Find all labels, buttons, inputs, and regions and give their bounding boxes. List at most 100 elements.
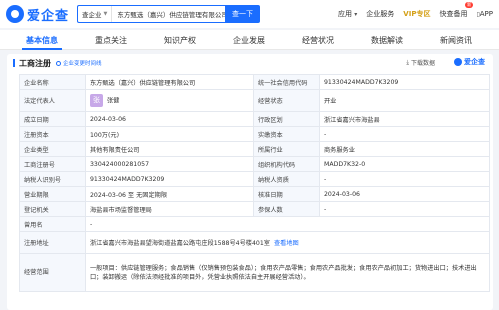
brand-label: 爱企查 (464, 58, 485, 66)
history-timeline-link[interactable]: 企业变更时间线 (56, 59, 102, 67)
org-code-value: MADD7K32-0 (319, 156, 490, 172)
field-label: 纳税人资质 (253, 171, 320, 187)
card-title: 工商注册 (13, 59, 51, 68)
company-type-value: 其他有限责任公司 (85, 141, 254, 157)
tab-basic-info[interactable]: 基本信息 (14, 30, 70, 50)
logo[interactable]: 爱企查 (6, 4, 69, 24)
field-label: 注册资本 (19, 126, 86, 142)
registration-table: 企业名称 东方甄选（嘉兴）供应链管理有限公司 统一社会信用代码 91330424… (19, 74, 490, 292)
nav-app[interactable]: 应用 ▾ (338, 9, 357, 19)
field-label: 工商注册号 (19, 156, 86, 172)
clock-icon (56, 60, 61, 66)
new-badge: 新 (464, 2, 474, 8)
industry-value: 商务服务业 (319, 141, 490, 157)
status-value: 开业 (319, 89, 490, 112)
nav-vip[interactable]: VIP专区 (403, 9, 430, 19)
field-label: 所属行业 (253, 141, 320, 157)
field-label: 行政区划 (253, 111, 320, 127)
search-button[interactable]: 查一下 (225, 5, 260, 23)
field-label: 参保人数 (253, 201, 320, 217)
download-label: 下载数据 (410, 60, 435, 67)
chevron-down-icon: ▼ (103, 11, 108, 17)
taxpayer-id-value: 91330424MADD7K3209 (85, 171, 254, 187)
nav-app-label: 应用 (338, 10, 353, 18)
legal-rep-cell: 张张健 (85, 89, 254, 112)
insured-value: - (319, 201, 490, 217)
region-value: 浙江省嘉兴市海盐县 (319, 111, 490, 127)
nav-tech-label: 快查备用 (439, 10, 468, 18)
field-label: 营业期限 (19, 186, 86, 202)
table-row: 企业类型 其他有限责任公司 所属行业 商务服务业 (19, 141, 490, 157)
table-row: 企业名称 东方甄选（嘉兴）供应链管理有限公司 统一社会信用代码 91330424… (19, 74, 490, 90)
download-button[interactable]: ⤓ 下载数据 (406, 58, 435, 68)
avatar: 张 (90, 94, 103, 107)
field-label: 经营状态 (253, 89, 320, 112)
tab-bar: 基本信息 重点关注 知识产权 企业发展 经营状况 数据解读 新闻资讯 (0, 30, 499, 50)
paid-capital-value: - (319, 126, 490, 142)
former-name-value: - (85, 216, 490, 232)
table-row: 经营范围 一般项目：供应链管理服务；食品销售（仅销售预包装食品）；食用农产品零售… (19, 253, 490, 292)
field-label: 经营范围 (19, 253, 86, 292)
field-label: 注册地址 (19, 231, 86, 254)
est-date-value: 2024-03-06 (85, 111, 254, 127)
logo-icon (454, 58, 462, 66)
business-scope-value: 一般项目：供应链管理服务；食品销售（仅销售预包装食品）；食用农产品零售；食用农产… (85, 253, 490, 292)
view-map-link[interactable]: 查看地图 (274, 240, 299, 247)
field-label: 法定代表人 (19, 89, 86, 112)
nav-service[interactable]: 企业服务 (366, 9, 394, 19)
field-label: 组织机构代码 (253, 156, 320, 172)
field-label: 曾用名 (19, 216, 86, 232)
table-row: 注册地址 浙江省嘉兴市海盐县望海街道盐嘉公路屯庄段1588号4号楼401室 查看地… (19, 231, 490, 254)
approve-date-value: 2024-03-06 (319, 186, 490, 202)
field-label: 企业名称 (19, 74, 86, 90)
table-row: 成立日期 2024-03-06 行政区划 浙江省嘉兴市海盐县 (19, 111, 490, 127)
legal-rep-link[interactable]: 张健 (107, 98, 119, 105)
nav-app-download-label: APP (479, 10, 493, 18)
term-value: 2024-03-06 至 无固定期限 (85, 186, 254, 202)
reg-authority-value: 海盐县市场监督管理局 (85, 201, 254, 217)
tab-data-insight[interactable]: 数据解读 (359, 30, 415, 50)
history-timeline-label: 企业变更时间线 (63, 61, 102, 67)
reg-no-value: 330424000281057 (85, 156, 254, 172)
table-row: 工商注册号 330424000281057 组织机构代码 MADD7K32-0 (19, 156, 490, 172)
field-label: 核准日期 (253, 186, 320, 202)
search-box: 查企业 ▼ 东方甄选（嘉兴）供应链管理有限公司 (77, 5, 225, 23)
nav-tech[interactable]: 快查备用 新 (439, 2, 474, 19)
tab-development[interactable]: 企业发展 (221, 30, 277, 50)
tab-ip[interactable]: 知识产权 (152, 30, 208, 50)
chevron-down-icon: ▾ (354, 11, 358, 18)
credit-code-value: 91330424MADD7K3209 (319, 74, 490, 90)
reg-capital-value: 100万(元) (85, 126, 254, 142)
field-label: 登记机关 (19, 201, 86, 217)
table-row: 法定代表人 张张健 经营状态 开业 (19, 89, 490, 112)
download-icon: ⤓ (406, 58, 409, 66)
card-header: 工商注册 企业变更时间线 ⤓ 下载数据 爱企查 (7, 54, 493, 72)
tab-operation[interactable]: 经营状况 (290, 30, 346, 50)
field-label: 实缴资本 (253, 126, 320, 142)
address-cell: 浙江省嘉兴市海盐县望海街道盐嘉公路屯庄段1588号4号楼401室 查看地图 (85, 231, 490, 254)
company-name-value: 东方甄选（嘉兴）供应链管理有限公司 (85, 74, 254, 90)
search-input[interactable]: 东方甄选（嘉兴）供应链管理有限公司 (112, 9, 225, 19)
tab-focus[interactable]: 重点关注 (83, 30, 139, 50)
nav-app-download[interactable]: ▯APP (476, 10, 493, 18)
table-row: 纳税人识别号 91330424MADD7K3209 纳税人资质 - (19, 171, 490, 187)
business-registration-card: 工商注册 企业变更时间线 ⤓ 下载数据 爱企查 企业名称 东方甄选（嘉兴）供应链管… (7, 54, 493, 310)
table-row: 登记机关 海盐县市场监督管理局 参保人数 - (19, 201, 490, 217)
logo-text: 爱企查 (27, 8, 70, 24)
field-label: 统一社会信用代码 (253, 74, 320, 90)
top-nav: 应用 ▾ 企业服务 VIP专区 快查备用 新 ▯APP (329, 0, 493, 28)
table-row: 营业期限 2024-03-06 至 无固定期限 核准日期 2024-03-06 (19, 186, 490, 202)
search-scope-label: 查企业 (82, 11, 102, 19)
tab-news[interactable]: 新闻资讯 (428, 30, 484, 50)
top-bar: 爱企查 查企业 ▼ 东方甄选（嘉兴）供应链管理有限公司 查一下 应用 ▾ 企业服… (0, 0, 499, 28)
search-scope-select[interactable]: 查企业 ▼ (78, 6, 113, 22)
logo-icon (6, 5, 24, 23)
table-row: 曾用名 - (19, 216, 490, 232)
field-label: 成立日期 (19, 111, 86, 127)
field-label: 纳税人识别号 (19, 171, 86, 187)
address-value: 浙江省嘉兴市海盐县望海街道盐嘉公路屯庄段1588号4号楼401室 (90, 240, 270, 247)
table-row: 注册资本 100万(元) 实缴资本 - (19, 126, 490, 142)
field-label: 企业类型 (19, 141, 86, 157)
brand-watermark: 爱企查 (454, 57, 485, 67)
taxpayer-qual-value: - (319, 171, 490, 187)
